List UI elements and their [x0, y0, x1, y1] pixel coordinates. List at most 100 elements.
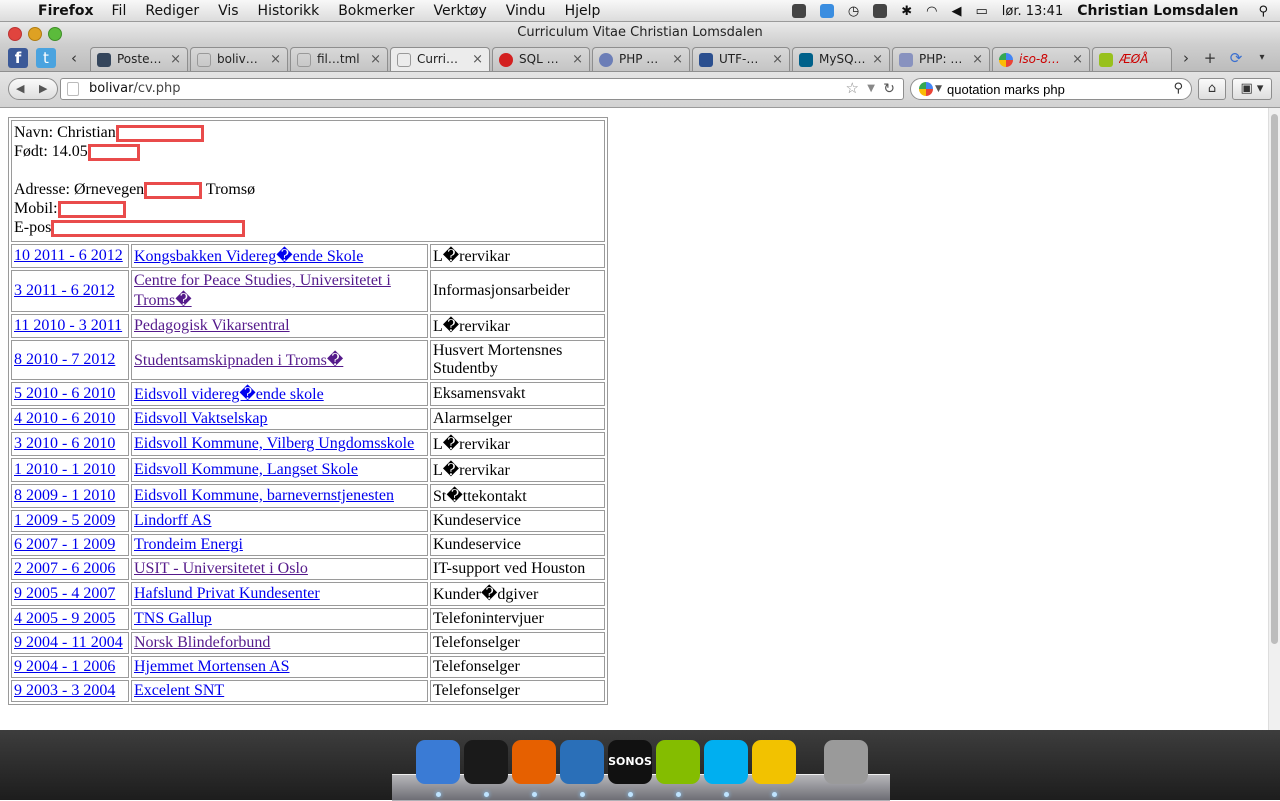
menu-tools[interactable]: Verktøy [433, 3, 486, 19]
period-link[interactable]: 8 2009 - 1 2010 [14, 487, 115, 504]
terminal-icon[interactable] [464, 740, 508, 784]
menu-edit[interactable]: Rediger [145, 3, 199, 19]
period-link[interactable]: 8 2010 - 7 2012 [14, 351, 115, 368]
tab-close-icon[interactable]: × [972, 48, 983, 71]
menu-file[interactable]: Fil [112, 3, 127, 19]
scrollbar-thumb[interactable] [1271, 114, 1278, 644]
wifi-icon[interactable]: ◠ [926, 4, 937, 19]
tab-close-icon[interactable]: × [472, 48, 483, 71]
tab-10[interactable]: ÆØÅ … [1092, 47, 1172, 71]
employer-link[interactable]: TNS Gallup [134, 610, 212, 627]
thunderbird-icon[interactable] [560, 740, 604, 784]
tab-9[interactable]: iso-8… × [992, 47, 1090, 71]
tab-1[interactable]: boliv… × [190, 47, 288, 71]
tab-8[interactable]: PHP: … × [892, 47, 990, 71]
site-identity-icon[interactable] [67, 82, 79, 96]
menu-help[interactable]: Hjelp [565, 3, 601, 19]
period-link[interactable]: 9 2004 - 1 2006 [14, 658, 115, 675]
employer-link[interactable]: Pedagogisk Vikarsentral [134, 317, 290, 334]
dropbox-icon[interactable] [819, 4, 834, 18]
employer-link[interactable]: Eidsvoll Kommune, Vilberg Ungdomsskole [134, 435, 414, 452]
period-link[interactable]: 1 2010 - 1 2010 [14, 461, 115, 478]
tab-2[interactable]: fil…tml × [290, 47, 388, 71]
tab-0[interactable]: Poste… × [90, 47, 188, 71]
firefox-icon[interactable] [512, 740, 556, 784]
home-button[interactable]: ⌂ [1198, 78, 1226, 100]
tab-3-active[interactable]: Curri… × [390, 47, 490, 71]
employer-link[interactable]: Centre for Peace Studies, Universitetet … [134, 272, 391, 309]
window-minimize-button[interactable] [28, 27, 42, 41]
period-link[interactable]: 5 2010 - 6 2010 [14, 385, 115, 402]
tab-close-icon[interactable]: × [872, 48, 883, 71]
display-icon[interactable] [873, 4, 888, 18]
tab-close-icon[interactable]: × [170, 48, 181, 71]
tab-7[interactable]: MySQ… × [792, 47, 890, 71]
tab-list-icon[interactable]: ▾ [1252, 48, 1272, 68]
period-link[interactable]: 9 2003 - 3 2004 [14, 682, 115, 699]
bookmarks-menu-button[interactable]: ▣ ▾ [1232, 78, 1272, 100]
app-menu[interactable]: Firefox [38, 3, 94, 19]
tab-close-icon[interactable]: × [370, 48, 381, 71]
google-search-engine-icon[interactable] [919, 82, 933, 96]
search-icon[interactable]: ⚲ [1173, 79, 1183, 99]
tab-close-icon[interactable]: × [572, 48, 583, 71]
back-icon[interactable]: ◀ [16, 82, 24, 95]
facebook-app-tab-icon[interactable]: f [8, 48, 28, 68]
employer-link[interactable]: Lindorff AS [134, 512, 211, 529]
period-link[interactable]: 2 2007 - 6 2006 [14, 560, 115, 577]
new-tab-icon[interactable]: + [1200, 48, 1220, 68]
period-link[interactable]: 6 2007 - 1 2009 [14, 536, 115, 553]
employer-link[interactable]: Eidsvoll videreg�ende skole [134, 386, 324, 403]
employer-link[interactable]: Hafslund Privat Kundesenter [134, 585, 320, 602]
alien-icon[interactable] [791, 4, 806, 18]
period-link[interactable]: 3 2011 - 6 2012 [14, 282, 115, 299]
menu-window[interactable]: Vindu [506, 3, 546, 19]
url-text[interactable]: bolivar/cv.php [89, 79, 181, 99]
period-link[interactable]: 4 2010 - 6 2010 [14, 410, 115, 427]
tab-4[interactable]: SQL … × [492, 47, 590, 71]
tabs-scroll-left-icon[interactable]: ‹ [64, 48, 84, 68]
period-link[interactable]: 9 2004 - 11 2004 [14, 634, 123, 651]
finder-icon[interactable] [416, 740, 460, 784]
employer-link[interactable]: Norsk Blindeforbund [134, 634, 270, 651]
reload-icon[interactable]: ↻ [883, 79, 895, 99]
url-dropdown-icon[interactable]: ▼ [867, 79, 875, 99]
employer-link[interactable]: Eidsvoll Vaktselskap [134, 410, 267, 427]
url-bar[interactable]: bolivar/cv.php ☆ ▼ ↻ [60, 78, 904, 100]
search-engine-dropdown-icon[interactable]: ▼ [935, 79, 942, 99]
bookmark-star-icon[interactable]: ☆ [846, 78, 859, 98]
tab-close-icon[interactable]: × [772, 48, 783, 71]
forward-icon[interactable]: ▶ [39, 82, 47, 95]
employer-link[interactable]: Kongsbakken Videreg�ende Skole [134, 248, 363, 265]
employer-link[interactable]: Hjemmet Mortensen AS [134, 658, 290, 675]
employer-link[interactable]: USIT - Universitetet i Oslo [134, 560, 308, 577]
employer-link[interactable]: Trondeim Energi [134, 536, 243, 553]
sonos-icon[interactable]: SONOS [608, 740, 652, 784]
menu-bookmarks[interactable]: Bokmerker [338, 3, 414, 19]
volume-icon[interactable]: ◀ [951, 4, 961, 19]
tab-close-icon[interactable]: × [1072, 48, 1083, 71]
search-bar[interactable]: ▼ ⚲ [910, 78, 1192, 100]
spotify-icon[interactable] [656, 740, 700, 784]
menu-view[interactable]: Vis [218, 3, 238, 19]
period-link[interactable]: 3 2010 - 6 2010 [14, 435, 115, 452]
period-link[interactable]: 9 2005 - 4 2007 [14, 585, 115, 602]
period-link[interactable]: 4 2005 - 9 2005 [14, 610, 115, 627]
tabs-scroll-right-icon[interactable]: › [1176, 48, 1196, 68]
twitter-app-tab-icon[interactable]: t [36, 48, 56, 68]
trash-icon[interactable] [824, 740, 868, 784]
period-link[interactable]: 11 2010 - 3 2011 [14, 317, 122, 334]
employer-link[interactable]: Excelent SNT [134, 682, 224, 699]
tab-close-icon[interactable]: × [672, 48, 683, 71]
skype-icon[interactable] [704, 740, 748, 784]
period-link[interactable]: 1 2009 - 5 2009 [14, 512, 115, 529]
time-machine-icon[interactable]: ◷ [848, 4, 859, 19]
employer-link[interactable]: Eidsvoll Kommune, barnevernstjenesten [134, 487, 394, 504]
search-input[interactable] [947, 80, 1157, 98]
employer-link[interactable]: Eidsvoll Kommune, Langset Skole [134, 461, 358, 478]
tab-close-icon[interactable]: × [270, 48, 281, 71]
window-zoom-button[interactable] [48, 27, 62, 41]
clock[interactable]: lør. 13:41 [1002, 4, 1063, 19]
tab-6[interactable]: UTF-… × [692, 47, 790, 71]
sync-icon[interactable]: ⟳ [1226, 48, 1246, 68]
